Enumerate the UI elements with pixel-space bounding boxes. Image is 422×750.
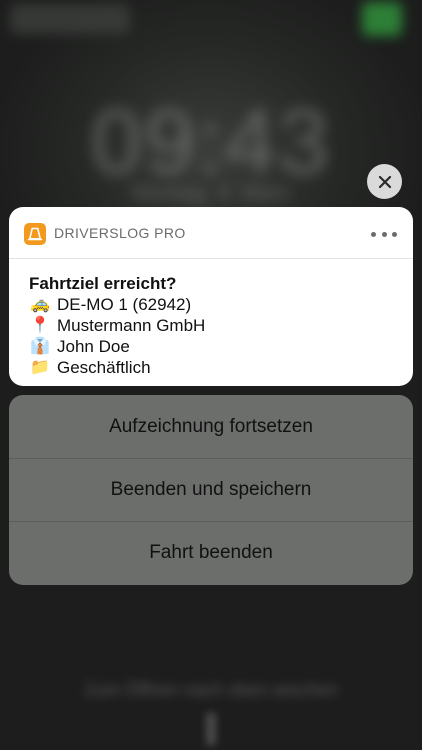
home-indicator [206,712,216,746]
destination-text: Mustermann GmbH [57,316,206,335]
driver-line: 👔 John Doe [29,336,393,357]
driver-text: John Doe [57,337,130,356]
destination-line: 📍 Mustermann GmbH [29,315,393,336]
person-icon: 👔 [30,338,50,355]
notification-title: Fahrtziel erreicht? [29,274,177,293]
pin-icon: 📍 [30,317,50,334]
resume-recording-button[interactable]: Aufzeichnung fortsetzen [9,395,413,458]
ellipsis-icon[interactable] [371,227,397,241]
vehicle-text: DE-MO 1 (62942) [57,295,192,314]
notification-actions: Aufzeichnung fortsetzen Beenden und spei… [9,395,413,585]
taxi-icon: 🚕 [30,296,50,313]
folder-icon: 📁 [30,359,50,376]
category-line: 📁 Geschäftlich [29,357,393,378]
lock-screen-date: Montag, 4. März [131,180,291,205]
category-text: Geschäftlich [57,358,151,377]
notification-card[interactable]: DRIVERSLOG PRO Fahrtziel erreicht? 🚕 DE-… [9,207,413,386]
battery-indicator-blurred [362,2,402,36]
vehicle-line: 🚕 DE-MO 1 (62942) [29,294,393,315]
end-trip-button[interactable]: Fahrt beenden [9,521,413,584]
notification-header: DRIVERSLOG PRO [9,207,413,259]
app-name: DRIVERSLOG PRO [54,225,186,241]
traffic-cone-icon [24,223,46,245]
close-icon [378,175,391,188]
status-bar-blurred [10,4,130,34]
unlock-hint: Zum Öffnen nach oben wischen [84,680,338,700]
end-and-save-button[interactable]: Beenden und speichern [9,458,413,521]
notification-body: Fahrtziel erreicht? 🚕 DE-MO 1 (62942) 📍 … [9,259,413,378]
close-button[interactable] [367,164,402,199]
